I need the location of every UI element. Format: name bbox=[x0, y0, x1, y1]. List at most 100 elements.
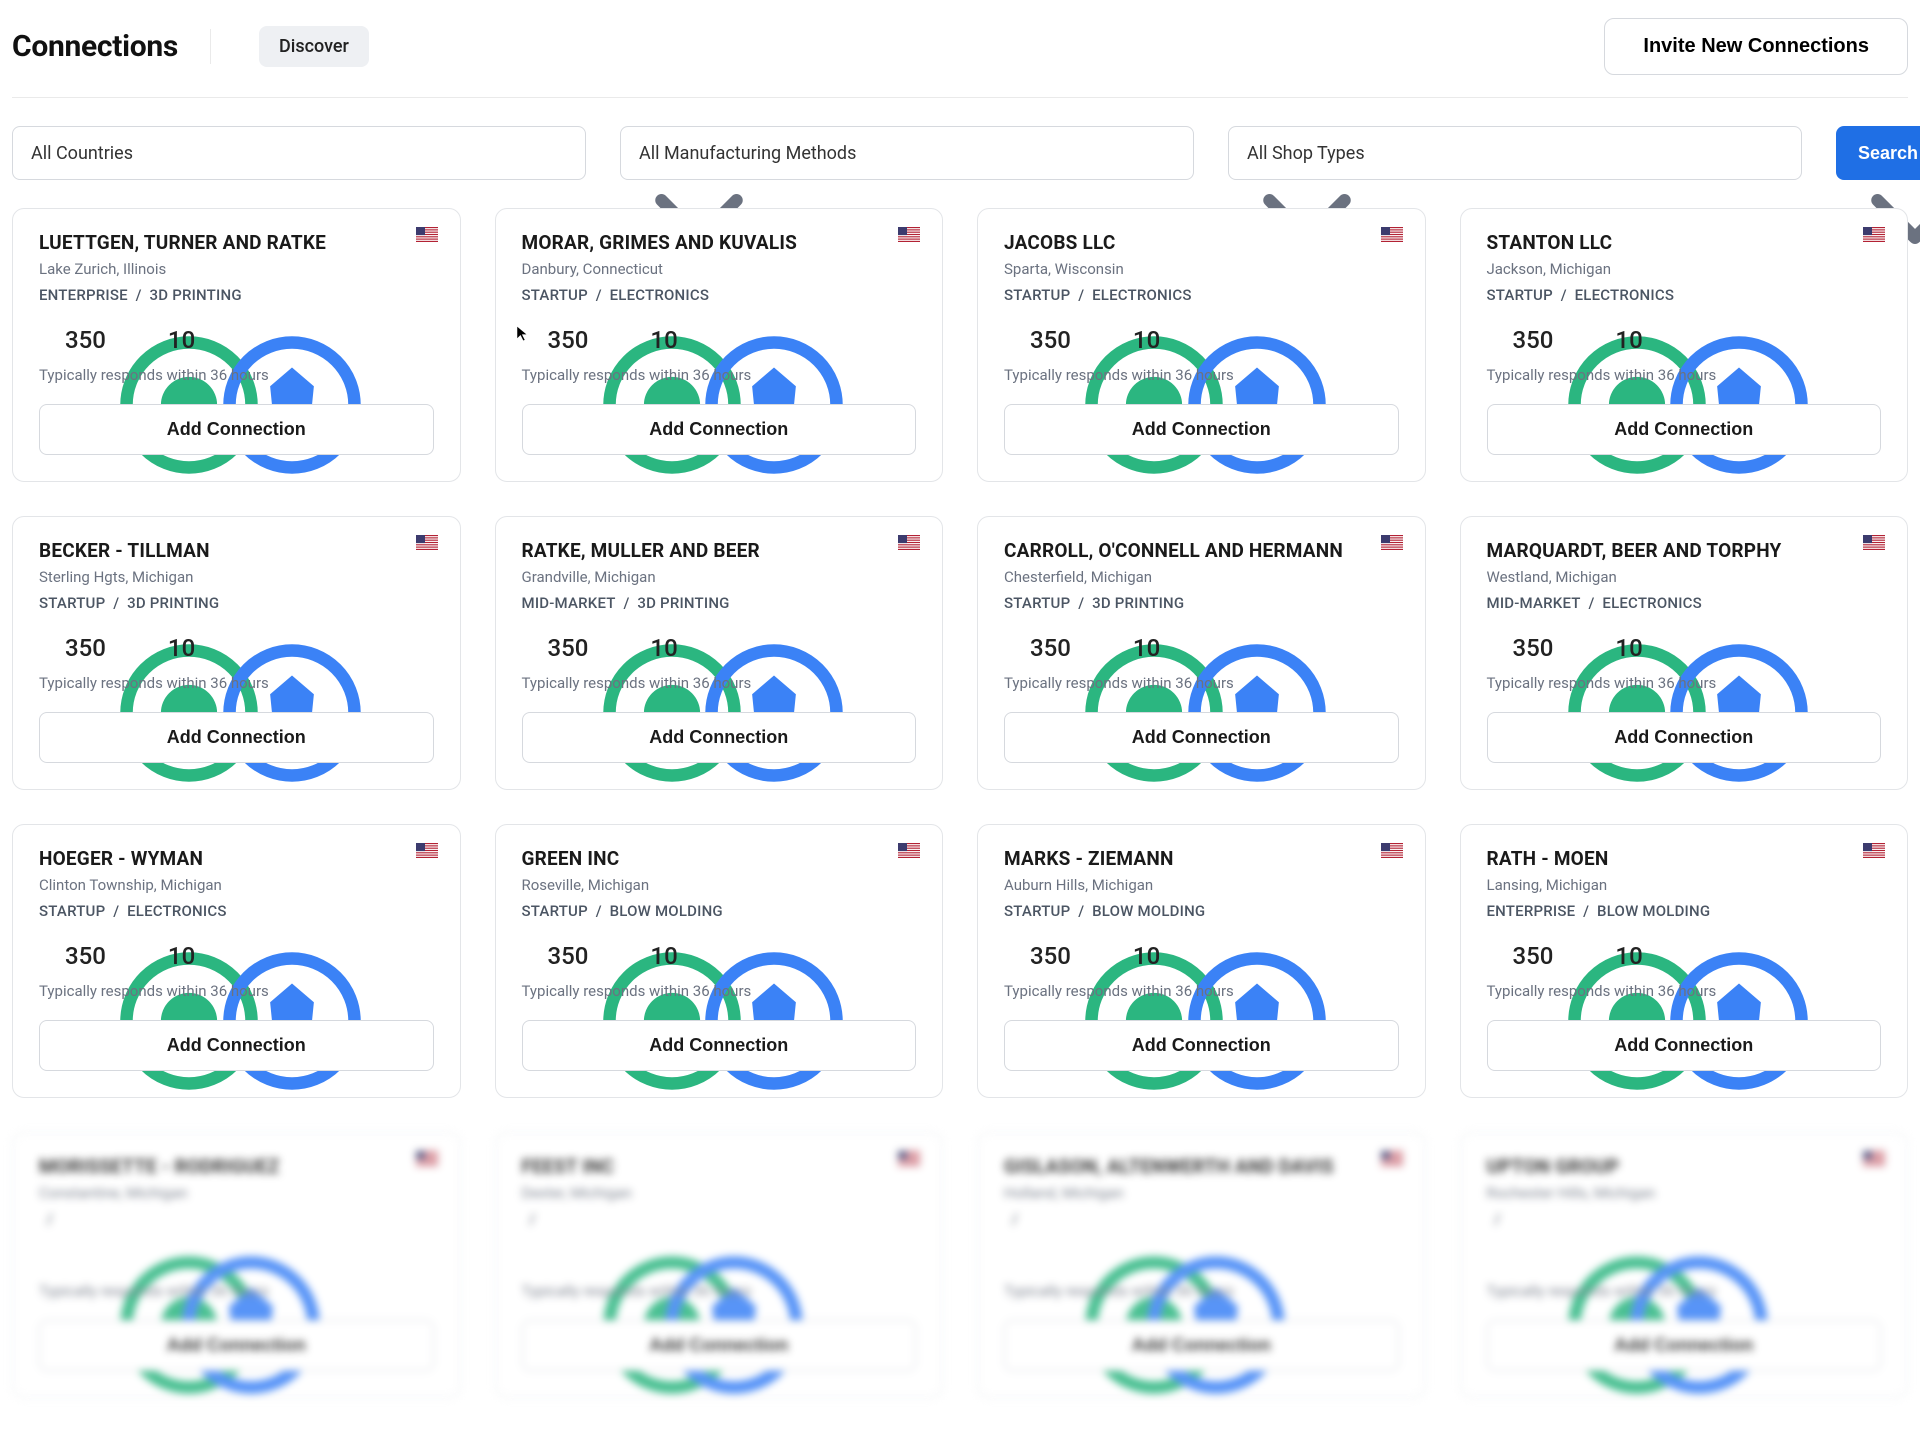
company-tier: STARTUP bbox=[1004, 902, 1070, 920]
manufacturing-methods-select[interactable]: All Manufacturing Methods bbox=[620, 126, 1194, 180]
stat-value: 10 bbox=[1615, 634, 1642, 662]
badge-green-icon bbox=[39, 330, 59, 350]
company-location: Jackson, Michigan bbox=[1487, 260, 1882, 278]
company-location: Sparta, Wisconsin bbox=[1004, 260, 1399, 278]
connection-card: LUETTGEN, TURNER AND RATKE Lake Zurich, … bbox=[12, 208, 461, 482]
tab-discover[interactable]: Discover bbox=[259, 26, 369, 67]
shop-types-select[interactable]: All Shop Types bbox=[1228, 126, 1802, 180]
company-name: LUETTGEN, TURNER AND RATKE bbox=[39, 231, 434, 254]
company-method: 3D PRINTING bbox=[150, 286, 242, 304]
company-tags: / bbox=[522, 1210, 917, 1228]
add-connection-button[interactable]: Add Connection bbox=[1004, 1020, 1399, 1071]
add-connection-button[interactable]: Add Connection bbox=[1004, 1320, 1399, 1371]
company-stats: 350 10 bbox=[1487, 634, 1882, 662]
tag-separator: / bbox=[616, 594, 638, 612]
stat-value: 10 bbox=[650, 634, 677, 662]
company-tags: STARTUP / 3D PRINTING bbox=[39, 594, 434, 612]
company-tier: ENTERPRISE bbox=[1487, 902, 1576, 920]
stat-metric-1 bbox=[39, 1250, 65, 1270]
add-connection-button[interactable]: Add Connection bbox=[522, 404, 917, 455]
stat-value: 10 bbox=[168, 942, 195, 970]
company-tier: STARTUP bbox=[39, 902, 105, 920]
stat-metric-2: 10 bbox=[1589, 942, 1642, 970]
stat-value: 10 bbox=[650, 326, 677, 354]
company-location: Auburn Hills, Michigan bbox=[1004, 876, 1399, 894]
company-name: HOEGER - WYMAN bbox=[39, 847, 434, 870]
add-connection-button[interactable]: Add Connection bbox=[522, 1320, 917, 1371]
tag-separator: / bbox=[1487, 1210, 1509, 1228]
add-connection-button[interactable]: Add Connection bbox=[39, 1320, 434, 1371]
chevron-down-icon bbox=[549, 144, 567, 162]
stat-metric-1: 350 bbox=[39, 326, 106, 354]
add-connection-button[interactable]: Add Connection bbox=[1487, 404, 1882, 455]
company-name: GISLASON, ALTENWERTH AND DAVIS bbox=[1004, 1155, 1399, 1178]
add-connection-button[interactable]: Add Connection bbox=[1487, 712, 1882, 763]
connection-card: MARKS - ZIEMANN Auburn Hills, Michigan S… bbox=[977, 824, 1426, 1098]
badge-blue-icon bbox=[624, 330, 644, 350]
company-location: Danbury, Connecticut bbox=[522, 260, 917, 278]
company-tags: ENTERPRISE / 3D PRINTING bbox=[39, 286, 434, 304]
company-tier: MID-MARKET bbox=[1487, 594, 1581, 612]
tag-separator: / bbox=[1553, 286, 1575, 304]
stat-value: 10 bbox=[168, 634, 195, 662]
stat-metric-2: 10 bbox=[624, 326, 677, 354]
company-name: MARQUARDT, BEER AND TORPHY bbox=[1487, 539, 1882, 562]
add-connection-button[interactable]: Add Connection bbox=[39, 712, 434, 763]
connection-card: FEEST INC Dexter, Michigan / Typically r… bbox=[495, 1132, 944, 1398]
company-stats: 350 10 bbox=[1004, 942, 1399, 970]
stat-metric-2 bbox=[1066, 1250, 1092, 1270]
stat-metric-1: 350 bbox=[1004, 326, 1071, 354]
company-tags: STARTUP / BLOW MOLDING bbox=[1004, 902, 1399, 920]
stat-value: 350 bbox=[548, 326, 589, 354]
connection-card: GISLASON, ALTENWERTH AND DAVIS Holland, … bbox=[977, 1132, 1426, 1398]
company-tier: STARTUP bbox=[39, 594, 105, 612]
company-location: Sterling Hgts, Michigan bbox=[39, 568, 434, 586]
badge-blue-icon bbox=[142, 330, 162, 350]
company-tags: / bbox=[39, 1210, 434, 1228]
company-location: Holland, Michigan bbox=[1004, 1184, 1399, 1202]
add-connection-button[interactable]: Add Connection bbox=[39, 1020, 434, 1071]
country-flag-icon bbox=[416, 1151, 438, 1166]
search-button[interactable]: Search bbox=[1836, 126, 1920, 180]
country-flag-icon bbox=[1863, 227, 1885, 242]
add-connection-button[interactable]: Add Connection bbox=[1004, 712, 1399, 763]
add-connection-button[interactable]: Add Connection bbox=[39, 404, 434, 455]
stat-value: 10 bbox=[1615, 942, 1642, 970]
company-stats bbox=[1004, 1250, 1399, 1270]
company-name: CARROLL, O'CONNELL AND HERMANN bbox=[1004, 539, 1399, 562]
methods-select-value: All Manufacturing Methods bbox=[639, 143, 856, 164]
add-connection-button[interactable]: Add Connection bbox=[1004, 404, 1399, 455]
add-connection-button[interactable]: Add Connection bbox=[522, 1020, 917, 1071]
stat-value: 350 bbox=[1513, 326, 1554, 354]
stat-value: 350 bbox=[65, 942, 106, 970]
company-tier: STARTUP bbox=[522, 902, 588, 920]
stat-value: 10 bbox=[1133, 326, 1160, 354]
badge-blue-icon bbox=[624, 638, 644, 658]
stat-value: 10 bbox=[650, 942, 677, 970]
add-connection-button[interactable]: Add Connection bbox=[1487, 1320, 1882, 1371]
stat-metric-2: 10 bbox=[1107, 326, 1160, 354]
add-connection-button[interactable]: Add Connection bbox=[1487, 1020, 1882, 1071]
invite-new-connections-button[interactable]: Invite New Connections bbox=[1604, 18, 1908, 75]
badge-green-icon bbox=[1487, 1250, 1507, 1270]
country-select[interactable]: All Countries bbox=[12, 126, 586, 180]
company-tags: STARTUP / ELECTRONICS bbox=[1004, 286, 1399, 304]
company-method: BLOW MOLDING bbox=[1092, 902, 1205, 920]
connection-card: MORISSETTE - RODRIGUEZ Constantine, Mich… bbox=[12, 1132, 461, 1398]
connection-card: MARQUARDT, BEER AND TORPHY Westland, Mic… bbox=[1460, 516, 1909, 790]
badge-blue-icon bbox=[1107, 330, 1127, 350]
badge-green-icon bbox=[39, 1250, 59, 1270]
add-connection-button[interactable]: Add Connection bbox=[522, 712, 917, 763]
stat-metric-2: 10 bbox=[142, 942, 195, 970]
stat-metric-1 bbox=[1487, 1250, 1513, 1270]
badge-blue-icon bbox=[1107, 638, 1127, 658]
stat-metric-1: 350 bbox=[522, 634, 589, 662]
company-tags: STARTUP / 3D PRINTING bbox=[1004, 594, 1399, 612]
stat-metric-1: 350 bbox=[1487, 326, 1554, 354]
country-flag-icon bbox=[898, 843, 920, 858]
stat-value: 10 bbox=[168, 326, 195, 354]
stat-value: 350 bbox=[65, 634, 106, 662]
connection-card: CARROLL, O'CONNELL AND HERMANN Chesterfi… bbox=[977, 516, 1426, 790]
country-flag-icon bbox=[1863, 1151, 1885, 1166]
company-stats: 350 10 bbox=[39, 634, 434, 662]
